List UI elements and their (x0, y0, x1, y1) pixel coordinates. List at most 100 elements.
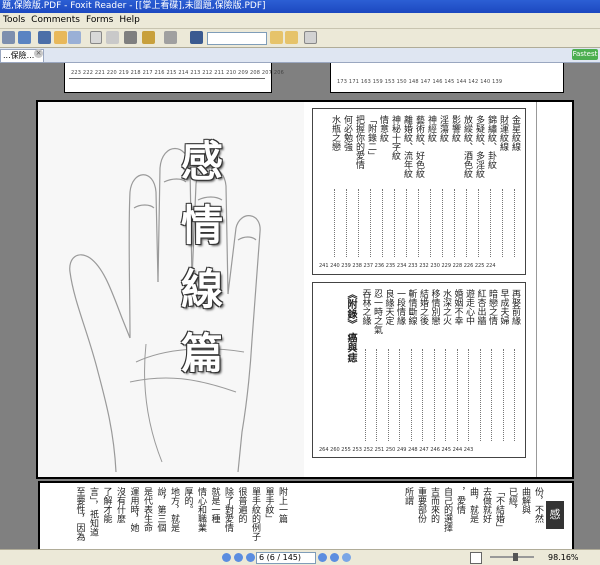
toc-lower-entry: 良緣天定 (383, 289, 394, 325)
find-binoculars-icon[interactable] (190, 31, 203, 44)
next-page-right-column: 曲，就是 (468, 487, 478, 523)
next-page: 附上一篇 單手紋」 單手紋的例子 很普遍的 除了對愛情 就是一種 情心和職業 厚的。 地方，就是… (38, 481, 574, 549)
toc-upper-entry: 藝術紋、好色紋 (414, 115, 424, 178)
fastest-badge[interactable]: Fastest (572, 49, 598, 60)
toc-upper-entry: 情意紋 (378, 115, 388, 142)
next-view-icon[interactable] (342, 553, 351, 562)
next-page-left-column: 很普遍的 (236, 487, 247, 523)
next-page-left-column: 是代表生命 (142, 487, 152, 532)
toc-upper-entry: 多疑紋、多淫紋 (474, 115, 484, 178)
next-page-right-column: 吉而來的 (429, 487, 439, 523)
print-icon[interactable] (2, 31, 15, 44)
left-page-hand-illustration: 感 情 線 篇 (38, 102, 304, 477)
next-page-right-column: 所謂 (403, 487, 413, 505)
zoom-slider-thumb[interactable] (513, 553, 518, 561)
screen-icon[interactable] (38, 31, 51, 44)
toc-lower-leader (422, 349, 423, 441)
toc-lower-entry: 再娶前緣 (510, 289, 520, 325)
toc-upper-entry: 神秘十字紋 (390, 115, 400, 160)
next-page-left-column: 單手紋」 (263, 487, 274, 523)
document-options-icon[interactable] (304, 31, 317, 44)
select-text-icon[interactable] (68, 31, 81, 44)
right-page-toc: 金星紋線 財運紋線 錦繡紋、卦紋 多疑紋、多淫紋 放縱紋、酒色紋 影響紋 淫蕩紋 神經紋 藝術紋… (304, 102, 572, 477)
toc-lower-leader (364, 349, 366, 441)
next-page-left-column: 了解才能 (101, 487, 112, 523)
ruler-line (69, 78, 265, 79)
toc-upper-leader (478, 189, 479, 257)
hand-tool-icon[interactable] (54, 31, 67, 44)
edit-tool-icon[interactable] (164, 31, 177, 44)
zoom-slider[interactable] (490, 556, 534, 558)
toc-lower-leader (479, 349, 481, 441)
toc-lower-leader (456, 349, 458, 441)
toc-lower-entry: 紅杏出牆 (475, 289, 486, 325)
find-next-icon[interactable] (285, 31, 298, 44)
next-page-right-column: 已經， (507, 487, 517, 514)
prev-view-icon[interactable] (246, 553, 255, 562)
toc-upper-leader (442, 189, 443, 257)
menu-forms[interactable]: Forms (83, 13, 116, 28)
next-page-left-column: 附上一篇 (277, 487, 287, 523)
menu-comments[interactable]: Comments (28, 13, 83, 28)
next-page-left-column: 說，第三個 (155, 487, 166, 532)
toc-upper-entry: 「附錄二」 (366, 115, 376, 160)
toc-lower-page-numbers: 264 260 255 253 252 251 250 249 248 247 … (319, 447, 474, 453)
toc-lower-entry: 早成夫婦 (498, 289, 509, 325)
previous-page-icon[interactable] (234, 553, 243, 562)
toc-upper-entry: 財運紋線 (498, 115, 508, 151)
next-page-right-column: 曲解與 (520, 487, 530, 514)
toc-lower-leader (491, 349, 492, 441)
toc-upper-leader (358, 189, 359, 257)
toc-upper-entry: 金星紋線 (510, 115, 520, 151)
camera-icon[interactable] (124, 31, 137, 44)
toc-upper-entry: 把握你的愛情 (354, 115, 364, 169)
toc-upper-entry: 錦繡紋、卦紋 (486, 115, 496, 169)
menu-tools[interactable]: Tools (0, 13, 28, 28)
next-page-icon[interactable] (318, 553, 327, 562)
title-char-1: 感 (180, 137, 223, 186)
toc-lower-leader (410, 349, 412, 441)
close-tab-icon[interactable]: × (34, 49, 43, 58)
window-titlebar: 題,保險版.PDF - Foxit Reader - [[掌上看碟],未圖題,保… (0, 0, 600, 13)
window-title: 題,保險版.PDF - Foxit Reader - [[掌上看碟],未圖題,保… (2, 1, 266, 11)
next-page-left-column: 厚的。 (182, 487, 193, 514)
search-input[interactable] (207, 32, 267, 45)
toc-lower-box: 再娶前緣 早成夫婦 暗戀之情 紅杏出牆 遊走心中 婚姻不幸 水深之火 移情別戀 結婚之後 斬情斷線… (312, 282, 526, 458)
previous-page-left: 223 222 221 220 219 218 217 216 215 214 … (64, 63, 284, 93)
toc-upper-leader (406, 189, 407, 257)
next-page-right-column: 自己的選擇 (442, 487, 452, 532)
toc-lower-leader (468, 349, 469, 441)
toc-upper-leader (514, 189, 515, 257)
single-page-icon[interactable] (470, 552, 482, 564)
cursor-icon[interactable] (90, 31, 102, 44)
previous-page-right-numbers: 173 171 163 159 153 150 148 147 146 145 … (337, 79, 503, 85)
previous-page-left-numbers: 223 222 221 220 219 218 217 216 215 214 … (71, 70, 285, 76)
menu-help[interactable]: Help (116, 13, 143, 28)
toc-lower-entry: 水深之火 (441, 289, 451, 325)
last-page-icon[interactable] (330, 553, 339, 562)
toc-upper-entry: 神經紋 (426, 115, 436, 142)
next-page-left-column: 單手紋的例子 (250, 487, 260, 541)
toc-lower-leader (502, 349, 504, 441)
page-number-field[interactable]: 6 (6 / 145) (256, 552, 316, 564)
find-prev-icon[interactable] (270, 31, 283, 44)
toc-lower-entry: 婚姻不幸 (452, 289, 463, 325)
right-margin-rule (536, 102, 573, 477)
snapshot-icon[interactable] (106, 31, 119, 44)
email-icon[interactable] (18, 31, 31, 44)
toc-lower-leader (514, 349, 515, 441)
typewriter-icon[interactable] (142, 31, 155, 44)
first-page-icon[interactable] (222, 553, 231, 562)
status-bar: 6 (6 / 145) 98.16% (0, 549, 600, 565)
title-char-4: 篇 (180, 329, 223, 378)
toc-upper-leader (430, 189, 431, 257)
next-page-right-column: 去做就好 (481, 487, 491, 523)
toc-upper-leader (394, 189, 395, 257)
page-spread: 感 情 線 篇 金星紋線 財運紋線 錦繡紋、卦紋 多疑紋、多淫紋 放縱紋、酒色紋 影響紋淫… (36, 100, 574, 479)
next-page-left-column: 就是一種 (209, 487, 220, 523)
toc-upper-entry: 放縱紋、酒色紋 (462, 115, 472, 178)
next-page-left-column: 言」，祇知道 (88, 487, 98, 537)
document-tab-label: ...保險... (3, 51, 35, 60)
next-page-left-column: 地方，就是 (169, 487, 179, 532)
document-view[interactable]: 223 222 221 220 219 218 217 216 215 214 … (0, 63, 600, 549)
